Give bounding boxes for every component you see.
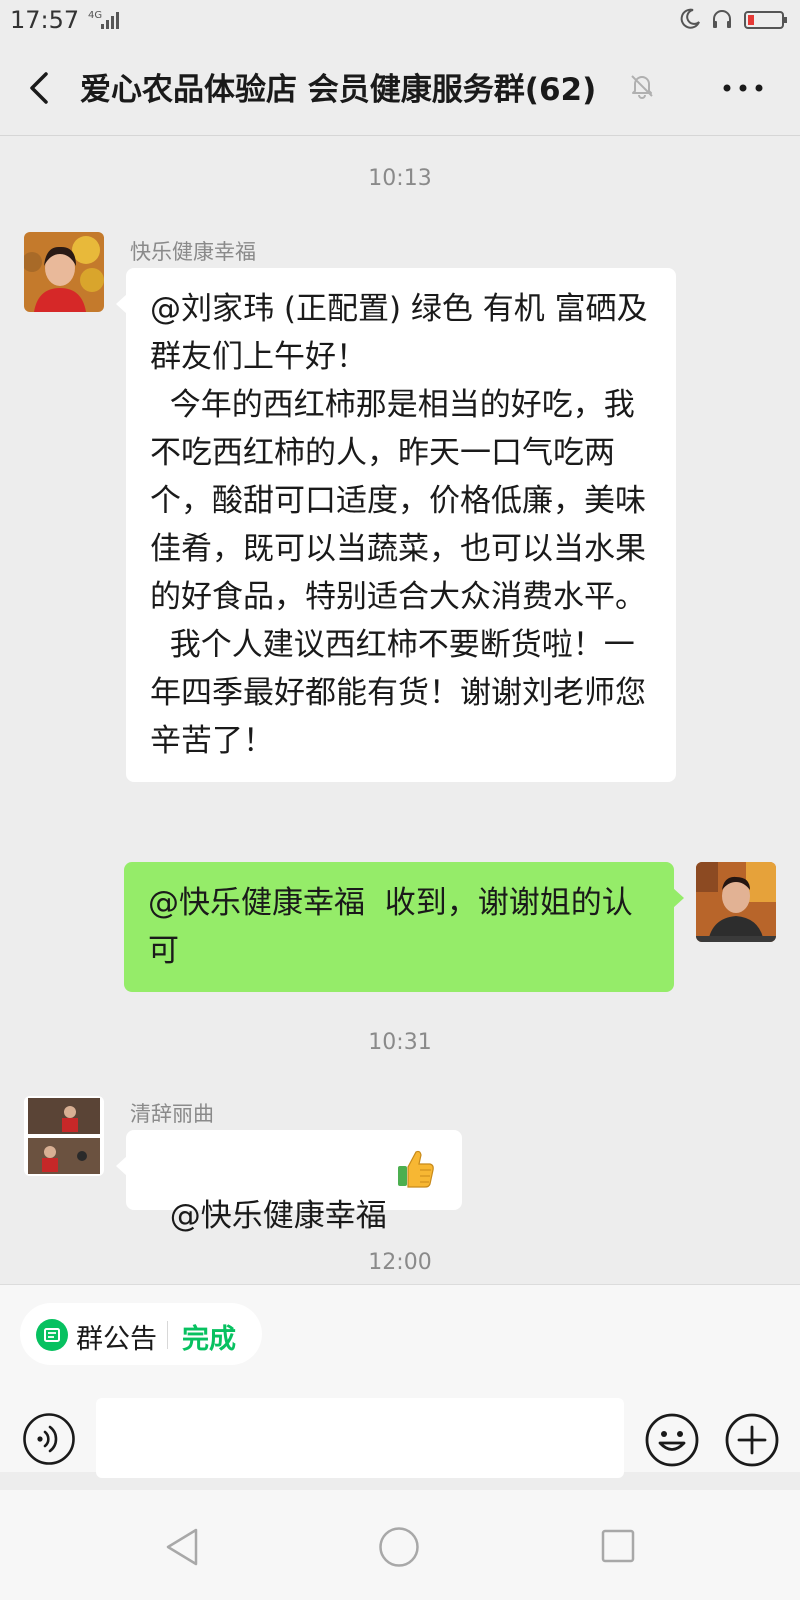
- chat-header: 爱心农品体验店 会员健康服务群(62): [0, 40, 800, 136]
- signal-icon: [101, 12, 119, 29]
- more-options-button[interactable]: [722, 78, 764, 98]
- battery-icon: [744, 11, 787, 29]
- thumbs-up-emoji-icon: [398, 1150, 434, 1188]
- message-bubble-incoming[interactable]: @刘家玮 (正配置) 绿色 有机 富硒及群友们上午好！ 今年的西红柿那是相当的好…: [116, 268, 676, 782]
- nav-recent-apps-icon[interactable]: [600, 1528, 636, 1564]
- done-button[interactable]: 完成: [182, 1317, 236, 1356]
- announcement-icon: [36, 1319, 68, 1351]
- chat-title: 爱心农品体验店 会员健康服务群(62): [80, 72, 597, 108]
- sender-name: 快乐健康幸福: [130, 240, 256, 264]
- message-input[interactable]: [96, 1398, 624, 1478]
- group-notice-label[interactable]: 群公告: [76, 1317, 157, 1356]
- avatar[interactable]: [24, 1096, 104, 1176]
- divider: [167, 1321, 168, 1349]
- more-functions-button[interactable]: [724, 1412, 780, 1468]
- system-nav-bar: [0, 1490, 800, 1600]
- group-notice-pill[interactable]: 群公告 完成: [20, 1303, 262, 1365]
- message-text: @快乐健康幸福: [169, 1198, 397, 1234]
- message-timestamp: 10:31: [368, 1030, 432, 1055]
- moon-icon: [680, 8, 700, 29]
- message-bubble-outgoing[interactable]: @快乐健康幸福 收到，谢谢姐的认可: [124, 862, 684, 992]
- my-avatar[interactable]: [696, 862, 776, 942]
- status-bar: 17:57 4G: [0, 0, 800, 40]
- back-button[interactable]: [22, 66, 58, 110]
- status-time: 17:57: [10, 6, 80, 34]
- sender-name: 清辞丽曲: [130, 1102, 214, 1126]
- emoji-button[interactable]: [644, 1412, 700, 1468]
- avatar-photo-icon: [24, 1096, 104, 1176]
- mute-bell-icon: [631, 75, 653, 99]
- message-timestamp: 12:00: [368, 1250, 432, 1275]
- voice-input-button[interactable]: [22, 1412, 76, 1466]
- message-bubble-incoming[interactable]: @快乐健康幸福: [116, 1130, 462, 1234]
- nav-back-icon[interactable]: [162, 1526, 202, 1568]
- avatar-photo-icon: [696, 862, 776, 942]
- nav-home-icon[interactable]: [378, 1526, 420, 1568]
- message-timestamp: 10:13: [368, 166, 432, 191]
- headset-icon: [713, 10, 731, 28]
- avatar[interactable]: [24, 232, 104, 312]
- avatar-photo-icon: [24, 232, 104, 312]
